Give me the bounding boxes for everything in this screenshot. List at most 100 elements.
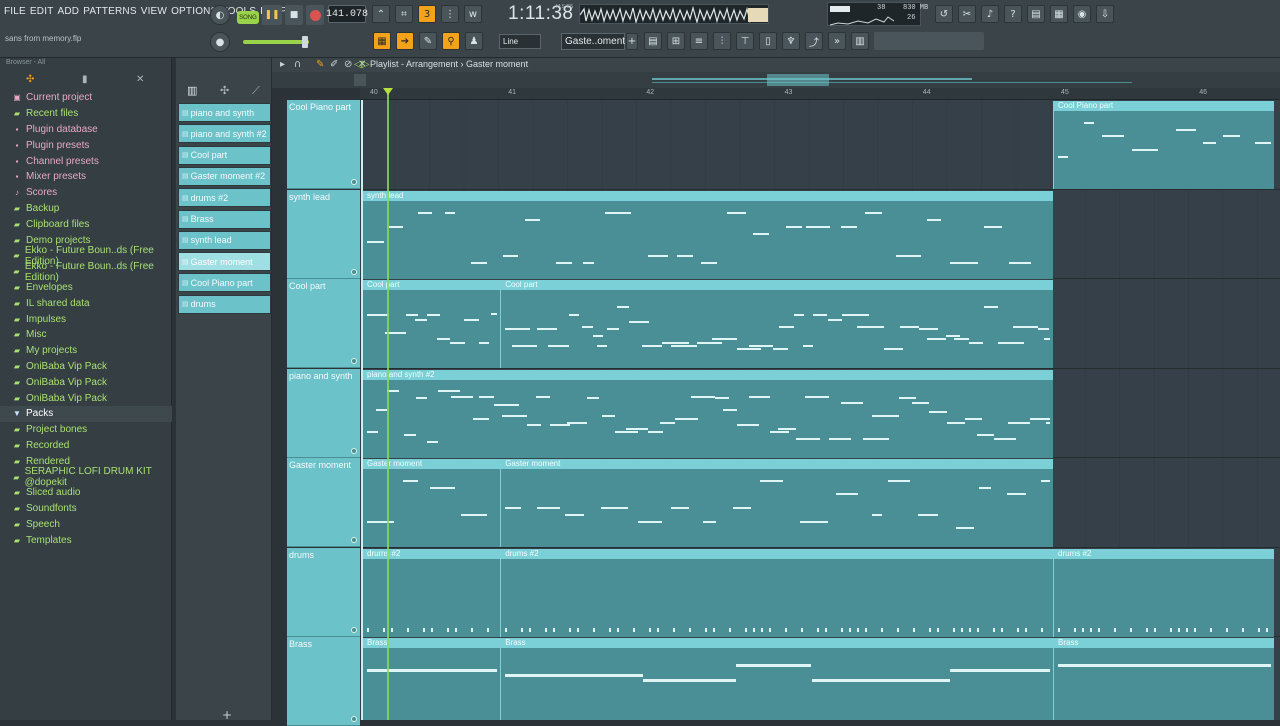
menu-add[interactable]: ADD bbox=[58, 6, 80, 22]
browser-item[interactable]: ▰ Impulses bbox=[0, 311, 172, 327]
delete-icon[interactable]: ⊘ bbox=[344, 59, 352, 70]
pencil-icon[interactable]: ✎ bbox=[316, 59, 324, 70]
track-lane[interactable]: Brass Brass Brass bbox=[360, 637, 1280, 720]
arrow-icon[interactable]: ➔ bbox=[396, 32, 414, 50]
browser-item[interactable]: ▪ Channel presets bbox=[0, 153, 172, 169]
remote-icon[interactable]: ▥ bbox=[851, 32, 869, 50]
track-mute-icon[interactable] bbox=[351, 716, 357, 722]
track-header[interactable]: Brass bbox=[287, 637, 360, 726]
pattern-clip[interactable]: Cool part bbox=[362, 280, 501, 368]
song-mode-button[interactable]: SONG bbox=[237, 11, 259, 24]
plugin-icon[interactable]: ▯ bbox=[759, 32, 777, 50]
pattern-item[interactable]: ▤ Brass bbox=[178, 209, 271, 229]
track-mute-icon[interactable] bbox=[351, 537, 357, 543]
playlist-menu-icon[interactable]: ▸ bbox=[280, 59, 285, 70]
step-edit-icon[interactable]: ⋮ bbox=[441, 5, 459, 23]
magnet-icon[interactable]: ∩ bbox=[294, 59, 301, 70]
track-header[interactable]: piano and synth bbox=[287, 368, 360, 458]
save-icon[interactable]: ▤ bbox=[1027, 5, 1045, 23]
track-mute-icon[interactable] bbox=[351, 179, 357, 185]
browser-item[interactable]: ▰ Misc bbox=[0, 327, 172, 343]
track-lane[interactable]: piano and synth #2 bbox=[360, 368, 1280, 458]
paint-icon[interactable]: ✐ bbox=[330, 59, 338, 70]
undo-icon[interactable]: ↺ bbox=[935, 5, 953, 23]
close-panel-icon[interactable]: ✕ bbox=[136, 74, 144, 85]
download-icon[interactable]: ⇩ bbox=[1096, 5, 1114, 23]
browser-item[interactable]: ▰ IL shared data bbox=[0, 295, 172, 311]
pattern-select[interactable]: Gaste..oment bbox=[561, 33, 625, 50]
track-lane[interactable]: Cool Piano part bbox=[360, 100, 1280, 190]
pattern-item[interactable]: ▤ Gaster moment #2 bbox=[178, 166, 271, 186]
pattern-item[interactable]: ▤ drums bbox=[178, 294, 271, 314]
master-volume-slider[interactable] bbox=[243, 40, 309, 44]
pattern-clip[interactable]: Gaster moment bbox=[500, 459, 1053, 547]
browser-item[interactable]: ▰ Recorded bbox=[0, 438, 172, 454]
pattern-item[interactable]: ▤ drums #2 bbox=[178, 188, 271, 208]
playlist-overview[interactable] bbox=[272, 72, 1280, 88]
track-mute-icon[interactable] bbox=[351, 268, 357, 275]
pattern-clip[interactable]: Brass bbox=[362, 638, 501, 720]
browser-item[interactable]: ▰ Ekko - Future Boun..ds (Free Edition) bbox=[0, 261, 172, 283]
master-volume-handle[interactable] bbox=[302, 36, 308, 48]
track-lane[interactable]: synth lead bbox=[360, 189, 1280, 279]
tempo-tap-icon[interactable]: ⤴ bbox=[805, 32, 823, 50]
track-lane[interactable]: drums #2 drums #2 drums #2 bbox=[360, 547, 1280, 637]
track-header[interactable]: Gaster moment bbox=[287, 458, 360, 547]
pattern-clip[interactable]: drums #2 bbox=[1053, 548, 1275, 637]
pattern-clip[interactable]: synth lead bbox=[362, 190, 1053, 279]
menu-patterns[interactable]: PATTERNS bbox=[83, 6, 136, 22]
browser-item[interactable]: ▰ Clipboard files bbox=[0, 216, 172, 232]
pattern-item[interactable]: ▤ synth lead bbox=[178, 230, 271, 250]
menu-file[interactable]: FILE bbox=[4, 6, 26, 22]
browser-item[interactable]: ▪ Plugin presets bbox=[0, 137, 172, 153]
countdown-icon[interactable]: 3 bbox=[418, 5, 436, 23]
menu-view[interactable]: VIEW bbox=[141, 6, 167, 22]
browser-item[interactable]: ▰ Project bones bbox=[0, 422, 172, 438]
play-pause-button[interactable]: ❚❚ bbox=[262, 5, 282, 25]
stamp-icon[interactable]: ♟ bbox=[465, 32, 483, 50]
pattern-clip[interactable]: Brass bbox=[500, 638, 1053, 720]
help-icon[interactable]: ? bbox=[1004, 5, 1022, 23]
pattern-clip[interactable]: Cool Piano part bbox=[1053, 101, 1275, 189]
pattern-clip[interactable]: Gaster moment bbox=[362, 459, 501, 547]
wait-input-icon[interactable]: ⌗ bbox=[395, 5, 413, 23]
pattern-item[interactable]: ▤ piano and synth bbox=[178, 103, 271, 122]
track-header[interactable]: Cool part bbox=[287, 279, 360, 368]
pattern-clip[interactable]: drums #2 bbox=[362, 548, 501, 637]
browser-item[interactable]: ▰ Backup bbox=[0, 201, 172, 217]
timeline-ruler[interactable]: 40 41 42 43 44 45 46 bbox=[360, 88, 1280, 100]
pianoroll-view-icon[interactable]: ⊞ bbox=[667, 32, 685, 50]
chart-icon[interactable]: ▦ bbox=[1050, 5, 1068, 23]
browser-item[interactable]: ▣ Current project bbox=[0, 90, 172, 106]
browser-item[interactable]: ♪ Scores bbox=[0, 185, 172, 201]
browser-item[interactable]: ▰ OniBaba Vip Pack bbox=[0, 390, 172, 406]
browser-item[interactable]: ▰ Speech bbox=[0, 517, 172, 533]
playlist-view-icon[interactable]: ▤ bbox=[644, 32, 662, 50]
track-header[interactable]: Cool Piano part bbox=[287, 100, 360, 189]
browser-item[interactable]: ▼ Packs bbox=[0, 405, 172, 422]
track-mute-icon[interactable] bbox=[351, 358, 357, 364]
browser-item[interactable]: ▰ My projects bbox=[0, 343, 172, 359]
pattern-clip[interactable]: piano and synth #2 bbox=[362, 369, 1053, 458]
pattern-clip[interactable]: drums #2 bbox=[500, 548, 1053, 637]
pattern-item[interactable]: ▤ piano and synth #2 bbox=[178, 124, 271, 144]
record-button[interactable] bbox=[306, 5, 324, 25]
pattern-song-toggle-icon[interactable]: ◐ bbox=[210, 5, 230, 25]
pattern-clip[interactable]: Cool part bbox=[500, 280, 1053, 368]
picker-move-icon[interactable]: ✣ bbox=[220, 84, 229, 97]
browser-item[interactable]: ▰ OniBaba Vip Pack bbox=[0, 359, 172, 375]
play-arrangement-icon[interactable]: ◁▷ bbox=[354, 59, 369, 70]
track-mute-icon[interactable] bbox=[351, 447, 357, 454]
track-lane[interactable]: Gaster moment Gaster moment bbox=[360, 458, 1280, 548]
track-header[interactable]: drums bbox=[287, 547, 360, 637]
browser-item[interactable]: ▰ Recent files bbox=[0, 106, 172, 122]
track-header[interactable]: synth lead bbox=[287, 189, 360, 279]
snap-select[interactable]: Line bbox=[499, 34, 541, 49]
stop-button[interactable]: ■ bbox=[285, 5, 303, 25]
browser-item[interactable]: ▰ Sliced audio bbox=[0, 485, 172, 501]
browser-item[interactable]: ▰ SERAPHIC LOFI DRUM KIT @dopekit bbox=[0, 466, 172, 488]
picker-wrench-icon[interactable]: ⟋ bbox=[252, 84, 260, 98]
menu-edit[interactable]: EDIT bbox=[30, 6, 54, 22]
cut-icon[interactable]: ✂ bbox=[958, 5, 976, 23]
master-volume-knob-icon[interactable]: ● bbox=[210, 32, 230, 52]
